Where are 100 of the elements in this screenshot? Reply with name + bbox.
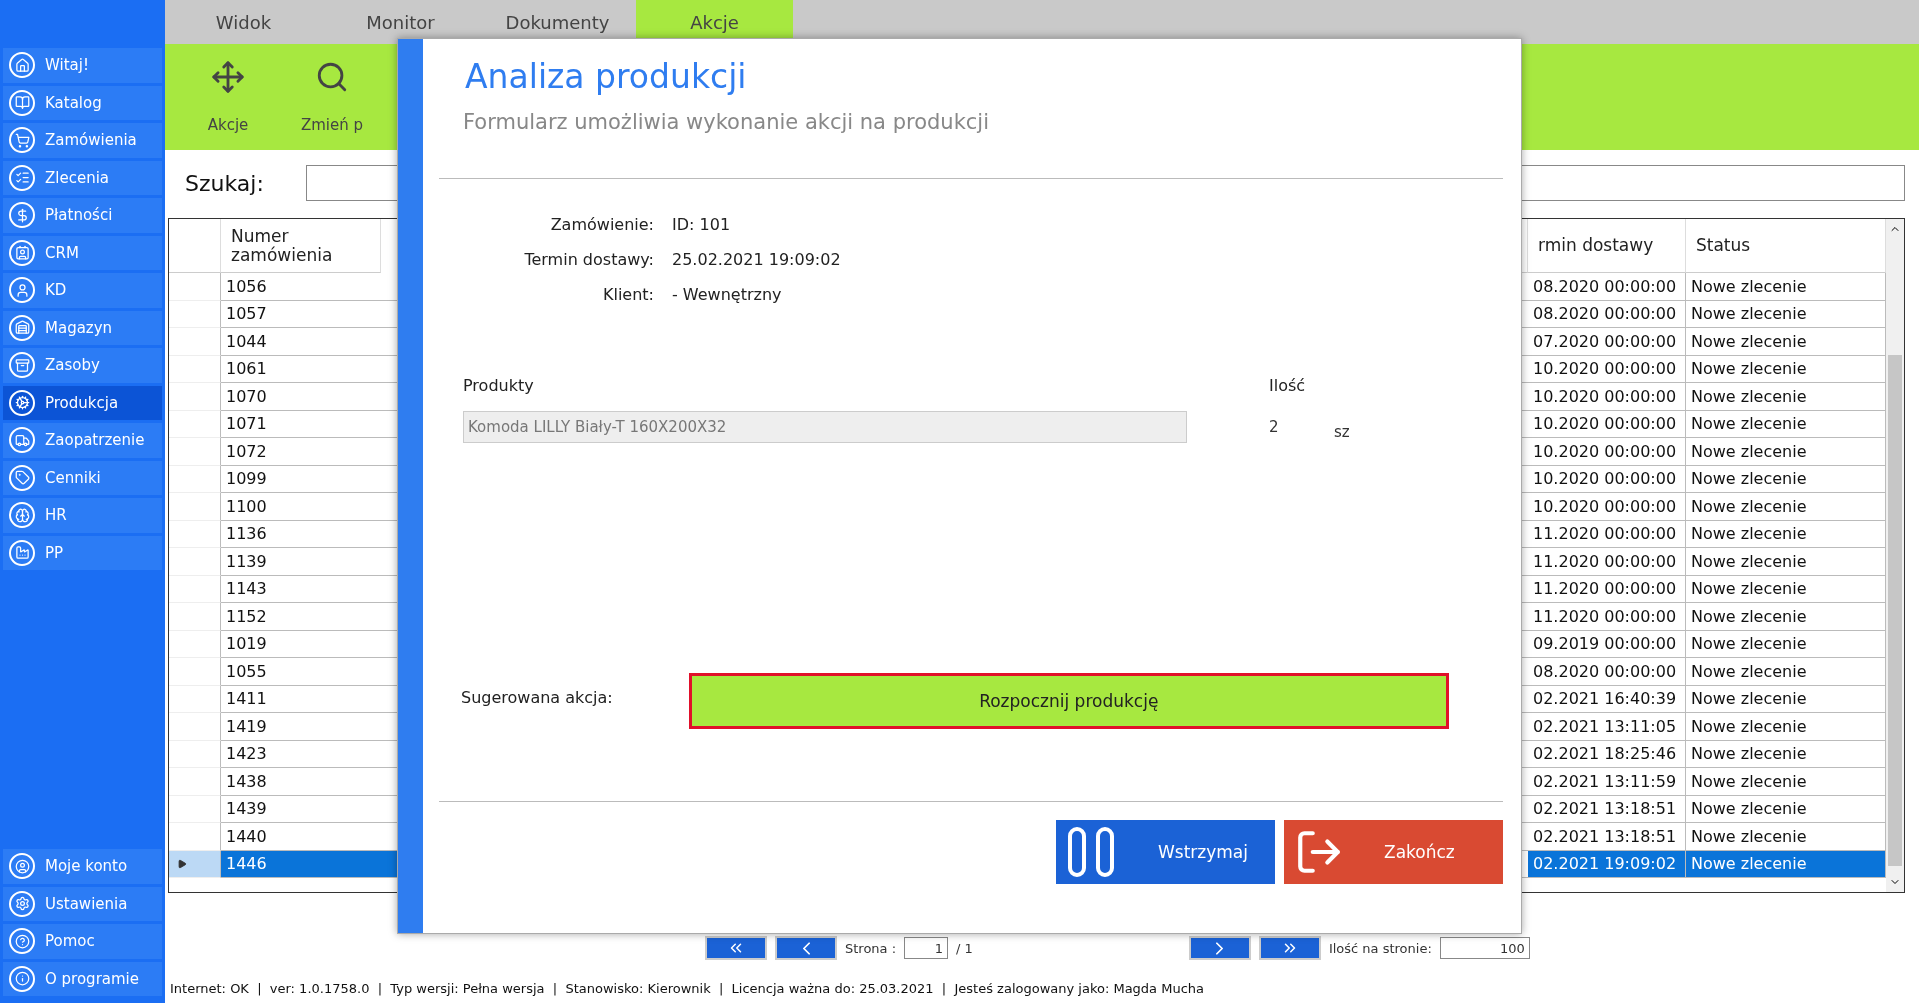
toolbar-button[interactable]: Zmień p bbox=[287, 44, 377, 150]
user-icon bbox=[9, 853, 35, 880]
sidebar-item[interactable]: Zasoby bbox=[3, 348, 162, 383]
suggested-action-label: Sugerowana akcja: bbox=[461, 687, 613, 707]
table-cell: 11.2020 00:00:00 bbox=[1528, 548, 1686, 576]
sidebar-item[interactable]: Katalog bbox=[3, 85, 162, 120]
field-value: - Wewnętrzny bbox=[672, 285, 783, 304]
table-cell: Nowe zlecenie bbox=[1686, 740, 1886, 768]
table-cell: Nowe zlecenie bbox=[1686, 795, 1886, 823]
table-cell: 08.2020 00:00:00 bbox=[1528, 658, 1686, 686]
sidebar-item[interactable]: Magazyn bbox=[3, 310, 162, 345]
sidebar-item[interactable]: KD bbox=[3, 273, 162, 308]
table-cell: 07.2020 00:00:00 bbox=[1528, 328, 1686, 356]
table-cell: 02.2021 13:18:51 bbox=[1528, 823, 1686, 851]
help-icon bbox=[9, 928, 35, 955]
search-label: Szukaj: bbox=[185, 170, 264, 196]
product-field[interactable]: Komoda LILLY Biały-T 160X200X32 bbox=[463, 411, 1187, 443]
table-cell: Nowe zlecenie bbox=[1686, 300, 1886, 328]
info-icon bbox=[9, 965, 35, 992]
table-cell: 08.2020 00:00:00 bbox=[1528, 273, 1686, 301]
per-page-label: Ilość na stronie: bbox=[1328, 940, 1432, 956]
table-cell: 09.2019 00:00:00 bbox=[1528, 630, 1686, 658]
sidebar-item[interactable]: Cenniki bbox=[3, 460, 162, 495]
page-total: / 1 bbox=[956, 940, 973, 956]
chevron-left-icon bbox=[802, 941, 810, 955]
per-page-dropdown[interactable]: 100 bbox=[1439, 937, 1530, 959]
table-cell: 10.2020 00:00:00 bbox=[1528, 355, 1686, 383]
dialog-button[interactable]: Zakończ bbox=[1284, 820, 1503, 884]
table-cell: 11.2020 00:00:00 bbox=[1528, 520, 1686, 548]
table-cell: 02.2021 19:09:02 bbox=[1528, 850, 1686, 878]
table-cell: Nowe zlecenie bbox=[1686, 603, 1886, 631]
sidebar-item[interactable]: Witaj! bbox=[3, 48, 162, 83]
sidebar-item[interactable]: HR bbox=[3, 498, 162, 533]
sidebar-item[interactable]: O programie bbox=[3, 961, 162, 996]
table-cell: Nowe zlecenie bbox=[1686, 630, 1886, 658]
dialog-button[interactable]: Wstrzymaj bbox=[1056, 820, 1275, 884]
sidebar-item[interactable]: PP bbox=[3, 535, 162, 570]
table-cell: Nowe zlecenie bbox=[1686, 575, 1886, 603]
field-label: Klient: bbox=[601, 285, 654, 304]
menu-tab[interactable]: Widok bbox=[165, 0, 322, 44]
table-cell: Nowe zlecenie bbox=[1686, 410, 1886, 438]
dollar-icon bbox=[9, 202, 35, 229]
table-cell: Nowe zlecenie bbox=[1686, 850, 1886, 878]
table-cell: 10.2020 00:00:00 bbox=[1528, 465, 1686, 493]
field-value: ID: 101 bbox=[672, 215, 732, 234]
row-pointer-icon bbox=[177, 858, 187, 869]
page-field[interactable]: 1 bbox=[904, 937, 949, 959]
table-cell: 02.2021 16:40:39 bbox=[1528, 685, 1686, 713]
table-cell: 02.2021 18:25:46 bbox=[1528, 740, 1686, 768]
sidebar-item[interactable]: Ustawienia bbox=[3, 886, 162, 921]
person-icon bbox=[9, 277, 35, 304]
table-cell: 11.2020 00:00:00 bbox=[1528, 603, 1686, 631]
sidebar-item[interactable]: Produkcja bbox=[3, 385, 162, 420]
chevron-right-icon bbox=[1216, 941, 1224, 955]
table-cell: 10.2020 00:00:00 bbox=[1528, 493, 1686, 521]
start-production-button[interactable]: Rozpocznij produkcję bbox=[688, 673, 1449, 729]
table-cell: Nowe zlecenie bbox=[1686, 328, 1886, 356]
table-cell: Nowe zlecenie bbox=[1686, 383, 1886, 411]
factory-icon bbox=[9, 539, 35, 566]
table-cell: Nowe zlecenie bbox=[1686, 548, 1886, 576]
table-cell: 10.2020 00:00:00 bbox=[1528, 438, 1686, 466]
row-header[interactable] bbox=[169, 850, 221, 878]
table-cell: Nowe zlecenie bbox=[1686, 713, 1886, 741]
table-cell: Nowe zlecenie bbox=[1686, 520, 1886, 548]
table-cell: Nowe zlecenie bbox=[1686, 273, 1886, 301]
truck-icon bbox=[9, 427, 35, 454]
sidebar-item[interactable]: Płatności bbox=[3, 198, 162, 233]
last-page-button[interactable] bbox=[1258, 936, 1321, 960]
scrollbar[interactable] bbox=[1886, 219, 1904, 892]
quantity-header: Ilość bbox=[1269, 376, 1306, 395]
house-icon bbox=[9, 52, 35, 79]
contact-card-icon bbox=[9, 239, 35, 266]
first-page-button[interactable] bbox=[705, 936, 767, 960]
table-cell: 08.2020 00:00:00 bbox=[1528, 300, 1686, 328]
cart-icon bbox=[9, 127, 35, 154]
toolbar-button[interactable]: Akcje bbox=[183, 44, 273, 150]
next-page-button[interactable] bbox=[1188, 936, 1251, 960]
brain-icon bbox=[9, 502, 35, 529]
sidebar-item[interactable]: Zaopatrzenie bbox=[3, 423, 162, 458]
table-cell: Nowe zlecenie bbox=[1686, 823, 1886, 851]
sidebar-item[interactable]: Pomoc bbox=[3, 924, 162, 959]
table-cell: 10.2020 00:00:00 bbox=[1528, 383, 1686, 411]
table-cell: Nowe zlecenie bbox=[1686, 465, 1886, 493]
archive-icon bbox=[9, 352, 35, 379]
table-cell: Nowe zlecenie bbox=[1686, 768, 1886, 796]
search-icon bbox=[315, 60, 349, 94]
sidebar-item[interactable]: Moje konto bbox=[3, 849, 162, 884]
tag-icon bbox=[9, 464, 35, 491]
unit-label: sz bbox=[1334, 423, 1350, 441]
book-icon bbox=[9, 89, 35, 116]
sidebar-item[interactable]: CRM bbox=[3, 235, 162, 270]
sidebar-item[interactable]: Zlecenia bbox=[3, 160, 162, 195]
table-cell: Nowe zlecenie bbox=[1686, 438, 1886, 466]
dialog-title: Analiza produkcji bbox=[464, 57, 748, 96]
field-label: Termin dostawy: bbox=[523, 250, 654, 269]
table-cell: Nowe zlecenie bbox=[1686, 685, 1886, 713]
move-arrows-icon bbox=[211, 60, 245, 94]
field-label: Zamówienie: bbox=[549, 215, 654, 234]
previous-page-button[interactable] bbox=[775, 936, 837, 960]
sidebar-item[interactable]: Zamówienia bbox=[3, 123, 162, 158]
